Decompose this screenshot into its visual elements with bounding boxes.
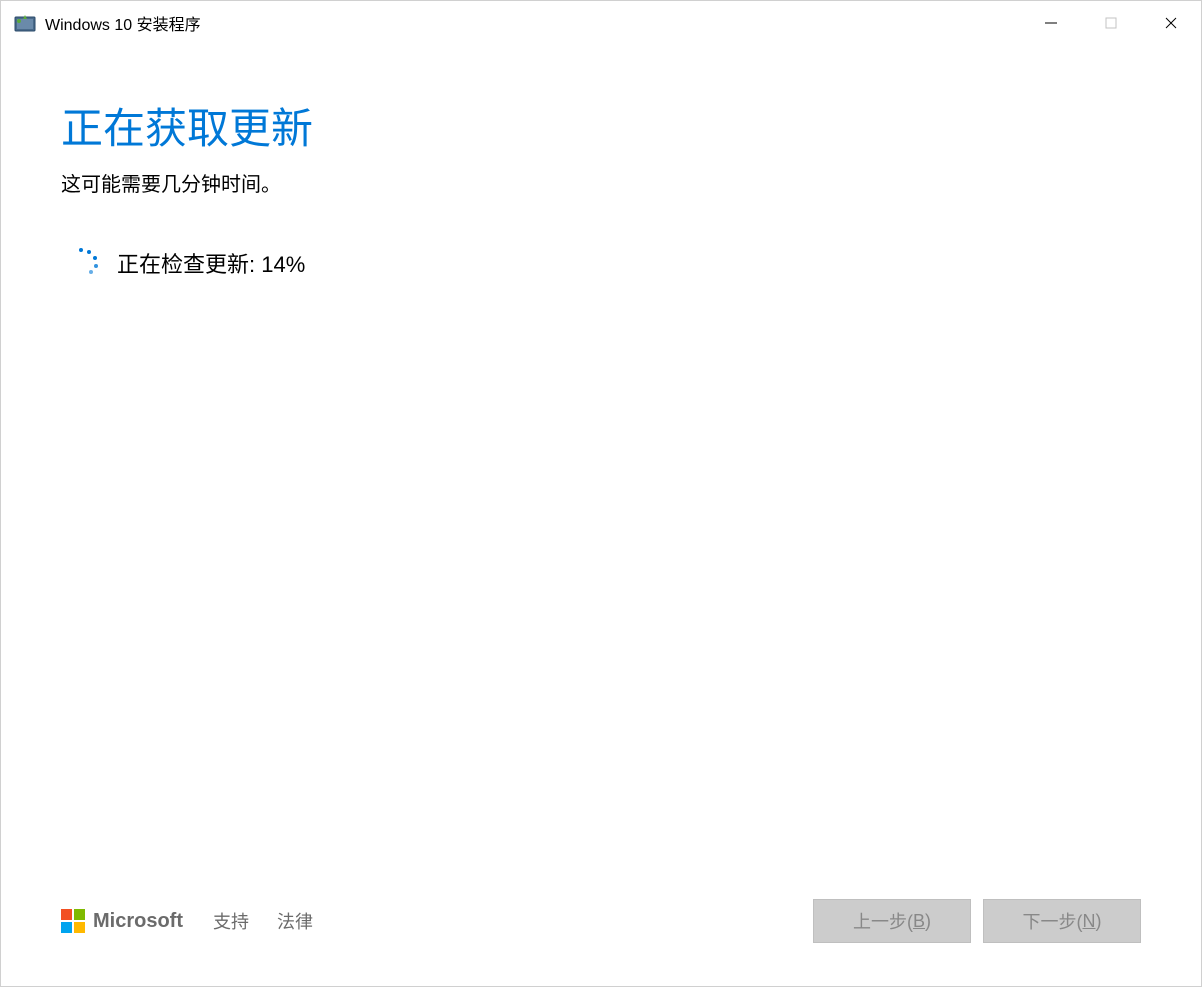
window-title: Windows 10 安装程序 — [45, 11, 1021, 35]
footer: Microsoft 支持 法律 上一步(B) 下一步(N) — [1, 896, 1201, 986]
progress-text: 正在检查更新: 14% — [117, 247, 305, 279]
next-button: 下一步(N) — [983, 899, 1141, 943]
window-controls — [1021, 1, 1201, 45]
app-icon — [13, 11, 37, 35]
microsoft-brand: Microsoft — [61, 909, 183, 933]
minimize-button[interactable] — [1021, 1, 1081, 45]
microsoft-logo-icon — [61, 909, 85, 933]
spinner-icon — [69, 248, 99, 278]
content-area: 正在获取更新 这可能需要几分钟时间。 正在检查更新: 14% — [1, 45, 1201, 896]
legal-link[interactable]: 法律 — [277, 908, 313, 934]
title-bar: Windows 10 安装程序 — [1, 1, 1201, 45]
back-button: 上一步(B) — [813, 899, 971, 943]
page-heading: 正在获取更新 — [61, 95, 1141, 156]
nav-buttons: 上一步(B) 下一步(N) — [813, 899, 1141, 943]
footer-links: 支持 法律 — [213, 908, 313, 934]
microsoft-text: Microsoft — [93, 910, 183, 933]
page-subheading: 这可能需要几分钟时间。 — [61, 168, 1141, 197]
support-link[interactable]: 支持 — [213, 908, 249, 934]
progress-row: 正在检查更新: 14% — [61, 247, 1141, 279]
maximize-button — [1081, 1, 1141, 45]
close-button[interactable] — [1141, 1, 1201, 45]
